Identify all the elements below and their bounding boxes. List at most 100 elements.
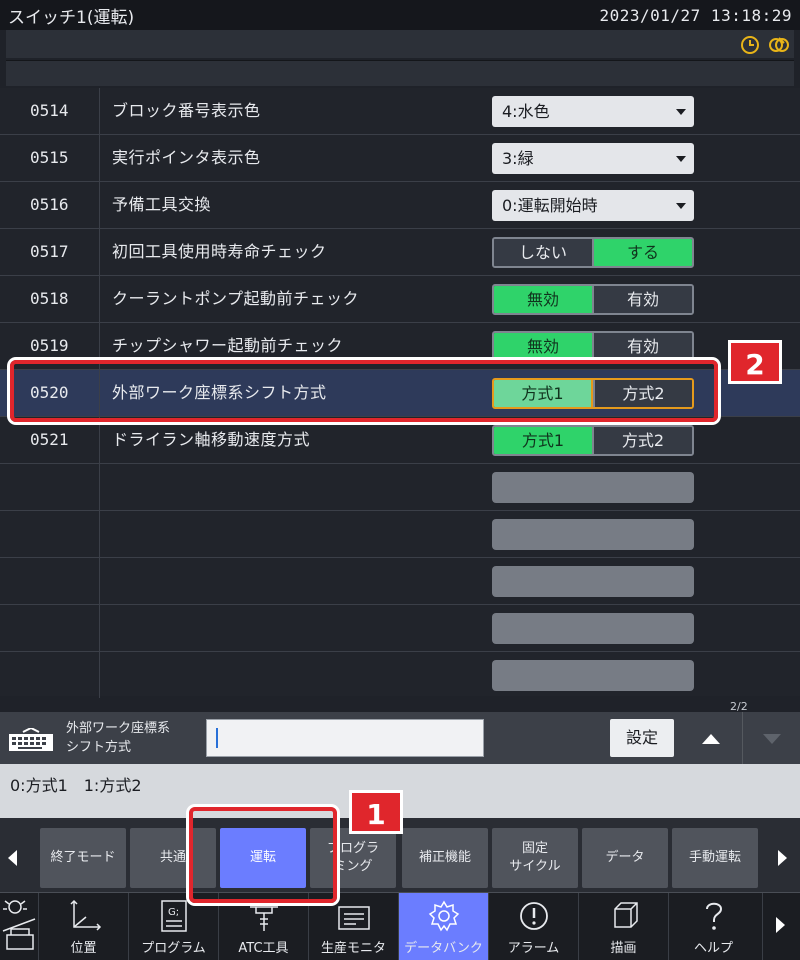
toggle-option-0[interactable]: 方式1 [494,427,592,454]
param-label: クーラントポンプ起動前チェック [112,289,360,308]
param-number: 0518 [30,289,69,308]
param-number: 0514 [30,101,69,120]
softkey-manual-operation[interactable]: 手動運転 [672,828,758,888]
parameter-table: 0514 ブロック番号表示色 4:水色 0515 実行ポインタ表示色 3:緑 0… [0,88,800,699]
param-label: ドライラン軸移動速度方式 [112,430,311,449]
param-toggle[interactable]: 方式1 方式2 [492,425,694,456]
tool-icon [249,906,278,931]
param-label: チップシャワー起動前チェック [112,336,344,355]
bottom-nav: 位置 G; プログラム ATC工具 生産モニタ データバンク アラーム 描画 ヘ… [0,892,800,960]
page-up-button[interactable] [682,712,740,764]
help-icon [705,902,722,930]
param-dropdown[interactable]: 3:緑 [492,143,694,174]
status-bar [6,30,794,58]
gear-icon [428,900,459,932]
empty-slot [492,613,694,644]
table-row[interactable]: 0514 ブロック番号表示色 4:水色 [0,88,800,135]
monitor-icon [337,906,370,930]
callout-badge-2: 2 [728,340,782,384]
axes-icon [69,899,101,931]
toggle-option-1[interactable]: 有効 [592,333,692,360]
set-button[interactable]: 設定 [610,719,674,757]
param-label: 初回工具使用時寿命チェック [112,242,327,261]
datetime: 2023/01/27 13:18:29 [599,5,792,25]
dropdown-value: 0:運転開始時 [502,196,598,215]
param-number: 0516 [30,195,69,214]
nav-atc-tool[interactable]: ATC工具 [218,893,308,960]
alarm-icon [519,902,548,930]
chevron-right-icon[interactable] [778,850,787,866]
param-number: 0517 [30,242,69,261]
param-dropdown[interactable]: 0:運転開始時 [492,190,694,221]
empty-slot [492,519,694,550]
softkey-end-mode[interactable]: 終了モード [40,828,126,888]
table-row-empty [0,511,800,558]
param-toggle[interactable]: 無効 有効 [492,284,694,315]
param-label: 予備工具交換 [112,195,212,214]
chevron-down-icon [676,203,686,209]
softkey-operation[interactable]: 運転 [220,828,306,888]
table-row[interactable]: 0516 予備工具交換 0:運転開始時 [0,182,800,229]
toggle-option-1[interactable]: する [592,239,692,266]
param-number: 0519 [30,336,69,355]
window-title: スイッチ1(運転) [8,7,135,28]
param-label: 外部ワーク座標系シフト方式 [112,383,327,402]
machine-status-button[interactable] [0,893,38,960]
page-down-button[interactable] [742,712,800,764]
toggle-option-0[interactable]: しない [494,239,592,266]
softkey-compensation[interactable]: 補正機能 [402,828,488,888]
value-input[interactable] [206,719,484,757]
param-toggle[interactable]: 方式1 方式2 [492,378,694,409]
softkey-programming[interactable]: プログラ ミング [310,828,396,888]
empty-slot [492,472,694,503]
table-row[interactable]: 0515 実行ポインタ表示色 3:緑 [0,135,800,182]
table-row-selected[interactable]: 0520 外部ワーク座標系シフト方式 方式1 方式2 [0,370,800,417]
nav-drawing[interactable]: 描画 [578,893,668,960]
table-row-empty [0,652,800,699]
param-dropdown[interactable]: 4:水色 [492,96,694,127]
toggle-option-0[interactable]: 無効 [494,333,592,360]
param-toggle[interactable]: しない する [492,237,694,268]
table-row-empty [0,464,800,511]
table-row[interactable]: 0518 クーラントポンプ起動前チェック 無効 有効 [0,276,800,323]
chevron-down-icon [763,734,781,744]
message-bar [6,60,794,86]
svg-text:G;: G; [168,907,179,918]
dropdown-value: 4:水色 [502,102,550,121]
toggle-option-1[interactable]: 方式2 [592,427,692,454]
toggle-option-0[interactable]: 無効 [494,286,592,313]
table-row[interactable]: 0517 初回工具使用時寿命チェック しない する [0,229,800,276]
param-toggle[interactable]: 無効 有効 [492,331,694,362]
input-field-label: 外部ワーク座標系 シフト方式 [66,721,171,755]
chevron-down-icon [676,109,686,115]
chevron-right-icon [776,917,785,933]
nav-data-bank[interactable]: データバンク [398,893,488,960]
toggle-option-1[interactable]: 有効 [592,286,692,313]
softkey-common[interactable]: 共通 [130,828,216,888]
nav-help[interactable]: ヘルプ [668,893,758,960]
nav-more-button[interactable] [762,893,800,960]
text-caret [216,728,218,748]
softkey-data[interactable]: データ [582,828,668,888]
nav-program[interactable]: G; プログラム [128,893,218,960]
empty-slot [492,660,694,691]
toggle-option-1[interactable]: 方式2 [593,380,692,407]
clock-icon [741,36,759,54]
table-row-empty [0,558,800,605]
toggle-option-0[interactable]: 方式1 [494,380,593,407]
lamp-icon [2,900,36,950]
softkey-fixed-cycle[interactable]: 固定 サイクル [492,828,578,888]
nav-alarm[interactable]: アラーム [488,893,578,960]
table-row-empty [0,605,800,652]
cube-icon [613,902,638,928]
param-number: 0521 [30,430,69,449]
table-row[interactable]: 0521 ドライラン軸移動速度方式 方式1 方式2 [0,417,800,464]
callout-badge-1: 1 [349,790,403,834]
dropdown-value: 3:緑 [502,149,534,168]
chevron-left-icon[interactable] [8,850,17,866]
keyboard-icon[interactable] [8,728,54,752]
nav-position[interactable]: 位置 [38,893,128,960]
nav-production-monitor[interactable]: 生産モニタ [308,893,398,960]
table-row[interactable]: 0519 チップシャワー起動前チェック 無効 有効 [0,323,800,370]
param-label: 実行ポインタ表示色 [112,148,261,167]
